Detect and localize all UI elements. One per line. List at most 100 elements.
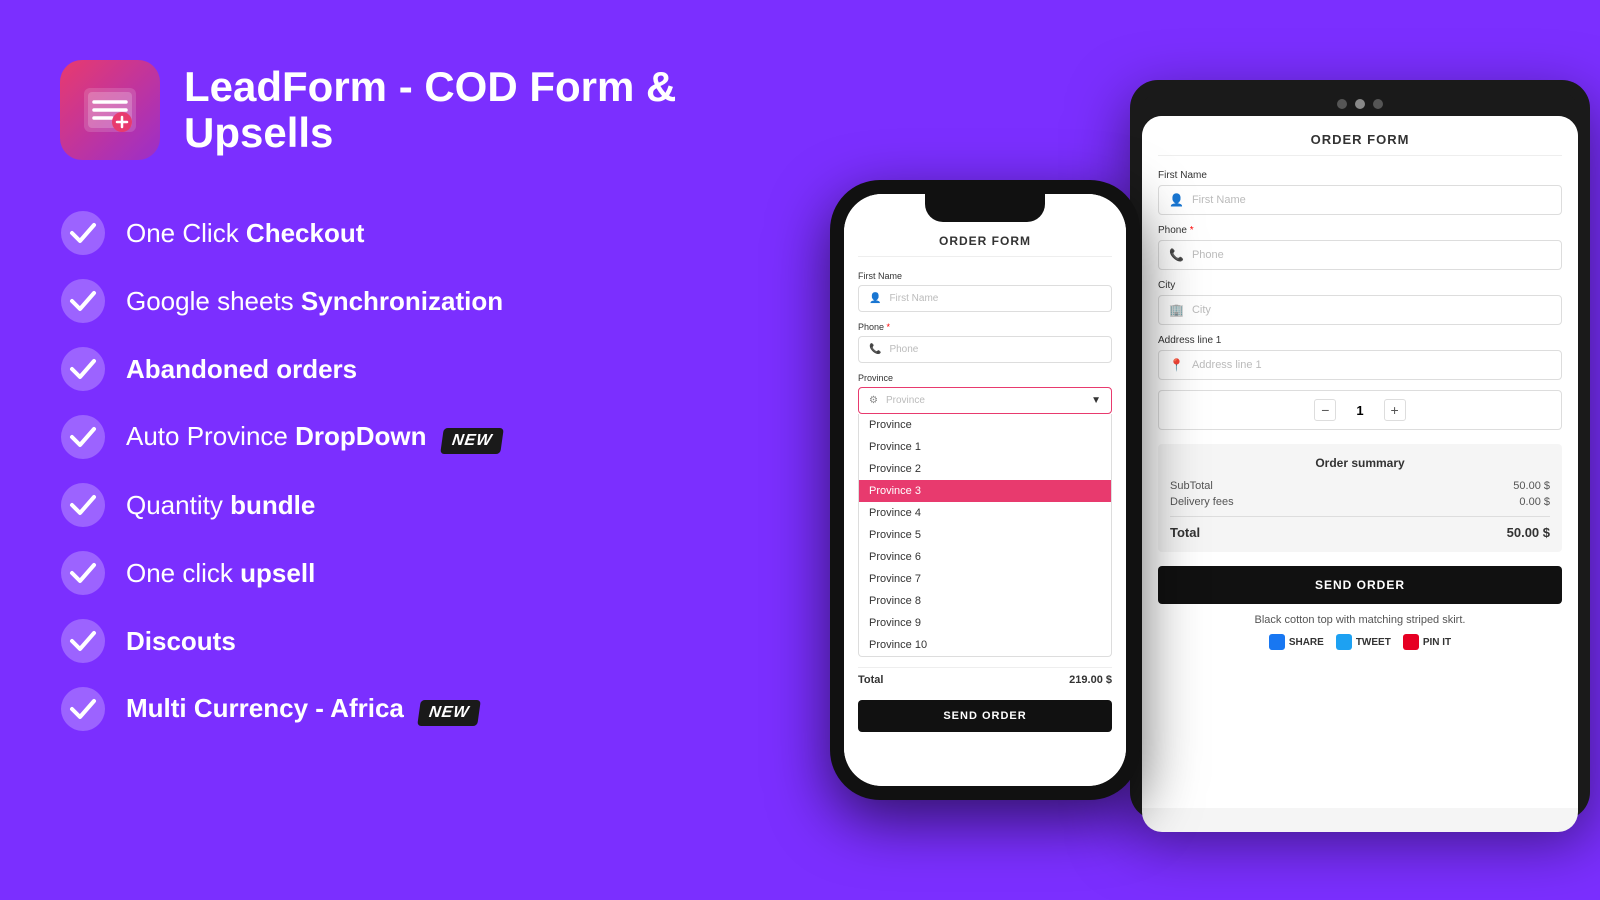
devices-area: ORDER FORM First Name 👤 First Name Phone… (780, 0, 1600, 900)
pinterest-icon (1403, 634, 1419, 650)
quantity-decrease-button[interactable]: − (1314, 399, 1336, 421)
province-option-6[interactable]: Province 6 (859, 546, 1111, 568)
facebook-icon (1269, 634, 1285, 650)
province-select-left: ⚙ Province (869, 395, 925, 406)
phone-firstname-input[interactable]: 👤 First Name (858, 285, 1112, 312)
province-option-5[interactable]: Province 5 (859, 524, 1111, 546)
feature-item: Quantity bundle (60, 482, 720, 528)
building-icon: 🏢 (1169, 303, 1184, 317)
phone-content: ORDER FORM First Name 👤 First Name Phone… (844, 194, 1126, 786)
app-icon (60, 60, 160, 160)
pin-button[interactable]: PIN IT (1403, 634, 1451, 650)
quantity-increase-button[interactable]: + (1384, 399, 1406, 421)
feature-item: Multi Currency - Africa NEW (60, 686, 720, 732)
feature-item: One click upsell (60, 550, 720, 596)
feature-text: Multi Currency - Africa NEW (126, 693, 479, 726)
province-option-2[interactable]: Province 2 (859, 458, 1111, 480)
tablet-firstname-label: First Name (1158, 170, 1562, 181)
province-dropdown: Province Province 1 Province 2 Province … (858, 414, 1112, 657)
tablet-firstname-input[interactable]: 👤 First Name (1158, 185, 1562, 215)
feature-text: One Click Checkout (126, 218, 364, 249)
tablet-phone-placeholder: Phone (1192, 249, 1224, 261)
tablet-address-input[interactable]: 📍 Address line 1 (1158, 350, 1562, 380)
header-row: LeadForm - COD Form & Upsells (60, 60, 720, 160)
check-icon (60, 618, 106, 664)
phone-icon: 📞 (1169, 248, 1184, 262)
feature-text: Abandoned orders (126, 354, 357, 385)
province-option-4[interactable]: Province 4 (859, 502, 1111, 524)
check-icon (60, 482, 106, 528)
province-option-1[interactable]: Province 1 (859, 436, 1111, 458)
phone-phone-input[interactable]: 📞 Phone (858, 336, 1112, 363)
check-icon (60, 686, 106, 732)
summary-divider (1170, 516, 1550, 517)
province-placeholder: Province (886, 395, 925, 406)
chevron-down-icon: ▼ (1091, 395, 1101, 406)
phone-notch (925, 194, 1045, 222)
province-option-3[interactable]: Province 3 (859, 480, 1111, 502)
location-icon: 📍 (1169, 358, 1184, 372)
tablet-content: ORDER FORM First Name 👤 First Name Phone… (1142, 116, 1578, 808)
total-row: Total 50.00 $ (1170, 525, 1550, 540)
share-button[interactable]: SHARE (1269, 634, 1324, 650)
tablet-address-placeholder: Address line 1 (1192, 359, 1262, 371)
tablet-firstname-placeholder: First Name (1192, 194, 1246, 206)
phone-province-select[interactable]: ⚙ Province ▼ (858, 387, 1112, 414)
check-icon (60, 550, 106, 596)
tablet-dot-active (1355, 99, 1365, 109)
tablet-city-label: City (1158, 280, 1562, 291)
tablet-dot (1337, 99, 1347, 109)
phone-firstname-label: First Name (858, 271, 1112, 281)
app-title: LeadForm - COD Form & Upsells (184, 64, 720, 156)
check-icon (60, 210, 106, 256)
phone-form-title: ORDER FORM (858, 234, 1112, 257)
phone-send-order-button[interactable]: SEND ORDER (858, 700, 1112, 732)
check-icon (60, 346, 106, 392)
feature-item: Auto Province DropDown NEW (60, 414, 720, 460)
phone-firstname-placeholder: First Name (889, 293, 938, 304)
filter-icon: ⚙ (869, 395, 878, 406)
tablet-city-input[interactable]: 🏢 City (1158, 295, 1562, 325)
new-badge: NEW (417, 700, 481, 726)
tablet-send-order-button[interactable]: SEND ORDER (1158, 566, 1562, 604)
phone-icon: 📞 (869, 344, 881, 355)
phone-device: ORDER FORM First Name 👤 First Name Phone… (830, 180, 1140, 800)
phone-province-label: Province (858, 373, 1112, 383)
tablet-device: ORDER FORM First Name 👤 First Name Phone… (1130, 80, 1590, 820)
tablet-phone-input[interactable]: 📞 Phone (1158, 240, 1562, 270)
phone-phone-placeholder: Phone (889, 344, 918, 355)
feature-text: Discouts (126, 626, 236, 657)
feature-text: Quantity bundle (126, 490, 315, 521)
feature-text: One click upsell (126, 558, 315, 589)
province-option-10[interactable]: Province 10 (859, 634, 1111, 656)
new-badge: NEW (440, 428, 504, 454)
subtotal-row: SubTotal 50.00 $ (1170, 480, 1550, 492)
feature-item: One Click Checkout (60, 210, 720, 256)
phone-screen: ORDER FORM First Name 👤 First Name Phone… (844, 194, 1126, 786)
delivery-row: Delivery fees 0.00 $ (1170, 496, 1550, 508)
province-option-default[interactable]: Province (859, 414, 1111, 436)
person-icon: 👤 (1169, 193, 1184, 207)
tablet-screen: ORDER FORM First Name 👤 First Name Phone… (1142, 116, 1578, 832)
province-option-8[interactable]: Province 8 (859, 590, 1111, 612)
person-icon: 👤 (869, 293, 881, 304)
tablet-form-title: ORDER FORM (1158, 132, 1562, 156)
feature-item: Discouts (60, 618, 720, 664)
phone-phone-label: Phone * (858, 322, 1112, 332)
twitter-icon (1336, 634, 1352, 650)
province-option-9[interactable]: Province 9 (859, 612, 1111, 634)
feature-text: Google sheets Synchronization (126, 286, 503, 317)
quantity-value: 1 (1356, 403, 1363, 418)
quantity-row: − 1 + (1158, 390, 1562, 430)
tablet-city-placeholder: City (1192, 304, 1211, 316)
check-icon (60, 278, 106, 324)
feature-item: Abandoned orders (60, 346, 720, 392)
phone-total-row: Total 219.00 $ (858, 667, 1112, 692)
province-option-7[interactable]: Province 7 (859, 568, 1111, 590)
tweet-button[interactable]: TWEET (1336, 634, 1391, 650)
social-buttons: SHARE TWEET PIN IT (1158, 634, 1562, 650)
tablet-order-summary: Order summary SubTotal 50.00 $ Delivery … (1158, 444, 1562, 552)
tablet-top-bar (1142, 92, 1578, 116)
tablet-dot (1373, 99, 1383, 109)
left-panel: LeadForm - COD Form & Upsells One Click … (60, 60, 720, 732)
